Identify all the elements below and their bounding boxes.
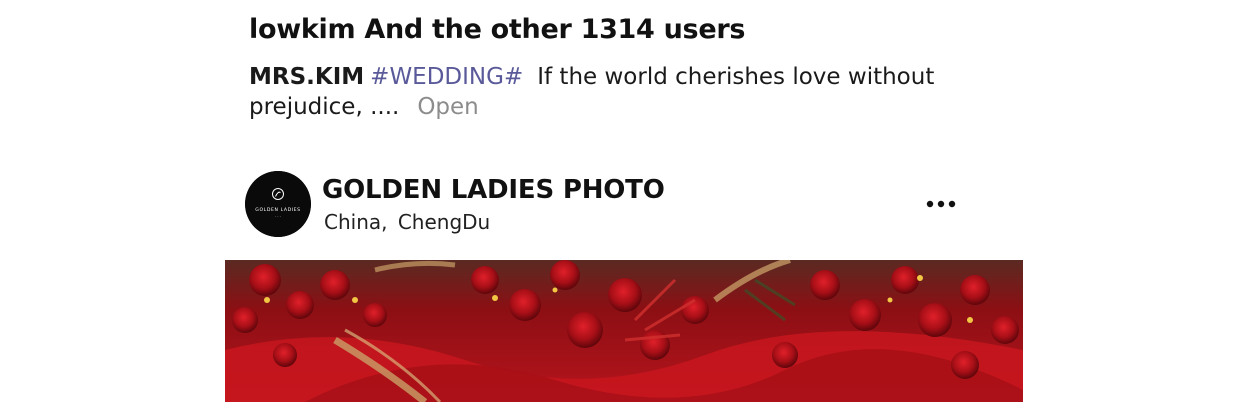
likes-summary[interactable]: lowkim And the other 1314 users xyxy=(249,14,745,45)
avatar[interactable]: GOLDEN LADIES · · · xyxy=(245,171,311,237)
svg-text:· · ·: · · · xyxy=(275,215,281,219)
caption-hashtag[interactable]: #WEDDING# xyxy=(370,64,523,90)
account-location[interactable]: China, ChengDu xyxy=(324,210,490,234)
svg-text:GOLDEN LADIES: GOLDEN LADIES xyxy=(255,207,300,213)
red-flowers-photo xyxy=(225,260,1023,402)
open-caption-link[interactable]: Open xyxy=(417,94,478,120)
more-dots-icon xyxy=(926,200,956,208)
post-caption: MRS.KIM #WEDDING# If the world cherishes l… xyxy=(249,62,949,122)
caption-author[interactable]: MRS.KIM xyxy=(249,64,364,90)
post-image[interactable] xyxy=(225,260,1023,402)
post-header: GOLDEN LADIES · · · GOLDEN LADIES PHOTO … xyxy=(245,171,975,239)
more-options-button[interactable] xyxy=(923,191,959,217)
golden-ladies-logo-icon: GOLDEN LADIES · · · xyxy=(245,171,311,237)
account-name[interactable]: GOLDEN LADIES PHOTO xyxy=(322,175,665,205)
